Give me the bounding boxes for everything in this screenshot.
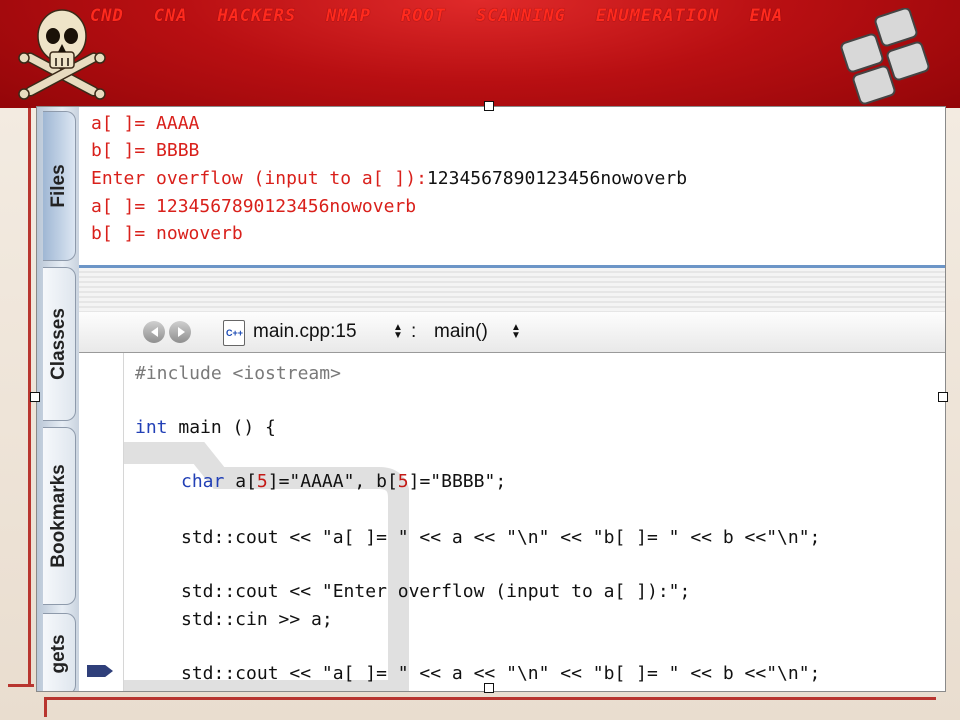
side-dock: Files Classes Bookmarks gets — [37, 107, 79, 691]
code-token: #include — [135, 363, 222, 384]
code-token: <iostream> — [232, 363, 341, 384]
run-console: a[ ]= AAAA b[ ]= BBBB Enter overflow (in… — [79, 107, 945, 268]
console-line: Enter overflow (input to a[ ]):123456789… — [91, 168, 687, 189]
slide-rule — [8, 684, 34, 687]
code-line: std::cin >> a; — [181, 609, 333, 630]
keyboard-keys-icon — [840, 8, 930, 105]
code-line: std::cout << "Enter overflow (input to a… — [181, 581, 691, 602]
resize-handle[interactable] — [938, 392, 948, 402]
resize-handle[interactable] — [484, 101, 494, 111]
console-line: a[ ]= AAAA — [91, 113, 200, 134]
cpp-file-icon: C++ — [223, 320, 245, 346]
code-line: int main () { — [135, 417, 276, 438]
console-line: b[ ]= nowoverb — [91, 223, 243, 244]
updown-arrows-icon: ▲ ▼ — [393, 322, 403, 341]
tab-files[interactable]: Files — [43, 111, 76, 261]
resize-handle[interactable] — [30, 392, 40, 402]
code-token: ]="BBBB"; — [408, 471, 507, 492]
code-token: ]="AAAA", b[ — [267, 471, 398, 492]
console-user-input: 1234567890123456nowoverb — [426, 168, 688, 189]
code-line: std::cout << "a[ ]= " << a << "\n" << "b… — [181, 527, 821, 548]
banner-word: ROOT — [401, 6, 446, 26]
code-token: int — [135, 417, 168, 438]
back-button[interactable] — [143, 321, 165, 343]
file-popup[interactable]: main.cpp:15 — [253, 321, 357, 343]
console-line: a[ ]= 1234567890123456nowoverb — [91, 196, 417, 217]
tab-widgets-label: gets — [48, 634, 69, 674]
code-line: std::cout << "a[ ]= " << a << "\n" << "b… — [181, 663, 821, 684]
banner-word: ENA — [749, 6, 784, 26]
code-token: char — [181, 471, 225, 492]
code-token: 5 — [397, 471, 409, 492]
cpp-file-icon-label: C++ — [226, 328, 244, 338]
function-popup[interactable]: main() — [434, 321, 488, 343]
banner-word: SCANNING — [476, 6, 566, 26]
code-line: char a[5]="AAAA", b[5]="BBBB"; — [181, 471, 506, 492]
code-editor[interactable]: #include <iostream> int main () { char a… — [79, 353, 945, 691]
code-token: main () { — [178, 417, 276, 438]
nav-separator: : — [411, 321, 417, 342]
tab-bookmarks[interactable]: Bookmarks — [43, 427, 76, 605]
tab-widgets[interactable]: gets — [43, 613, 76, 691]
tab-bookmarks-label: Bookmarks — [48, 464, 69, 568]
banner-word: HACKERS — [217, 6, 297, 26]
banner-word: ENUMERATION — [595, 6, 720, 26]
slide-rule — [44, 697, 47, 717]
slide-rule — [44, 697, 936, 700]
banner-word: NMAP — [326, 6, 372, 26]
editor-nav-bar: C++ main.cpp:15 ▲ ▼ : main() ▲ ▼ — [79, 312, 945, 353]
banner-word: CNA — [153, 6, 188, 26]
updown-arrows-icon: ▲ ▼ — [511, 322, 521, 341]
code-token: 5 — [256, 471, 268, 492]
console-prompt: Enter overflow (input to a[ ]): — [91, 168, 427, 189]
console-line: b[ ]= BBBB — [91, 140, 200, 161]
forward-button[interactable] — [169, 321, 191, 343]
banner-keywords: CND CNA HACKERS NMAP ROOT SCANNING ENUME… — [90, 6, 890, 28]
ide-screenshot: Files Classes Bookmarks gets a[ ]= AAAA … — [36, 106, 946, 692]
splitter[interactable] — [79, 268, 945, 312]
code-token: a[ — [235, 471, 257, 492]
tab-classes[interactable]: Classes — [43, 267, 76, 421]
code-line: #include <iostream> — [135, 363, 341, 384]
line-gutter[interactable] — [79, 353, 124, 691]
resize-handle[interactable] — [484, 683, 494, 693]
tab-files-label: Files — [48, 164, 69, 208]
skull-crossbones-icon — [18, 9, 106, 100]
tab-classes-label: Classes — [48, 308, 69, 380]
